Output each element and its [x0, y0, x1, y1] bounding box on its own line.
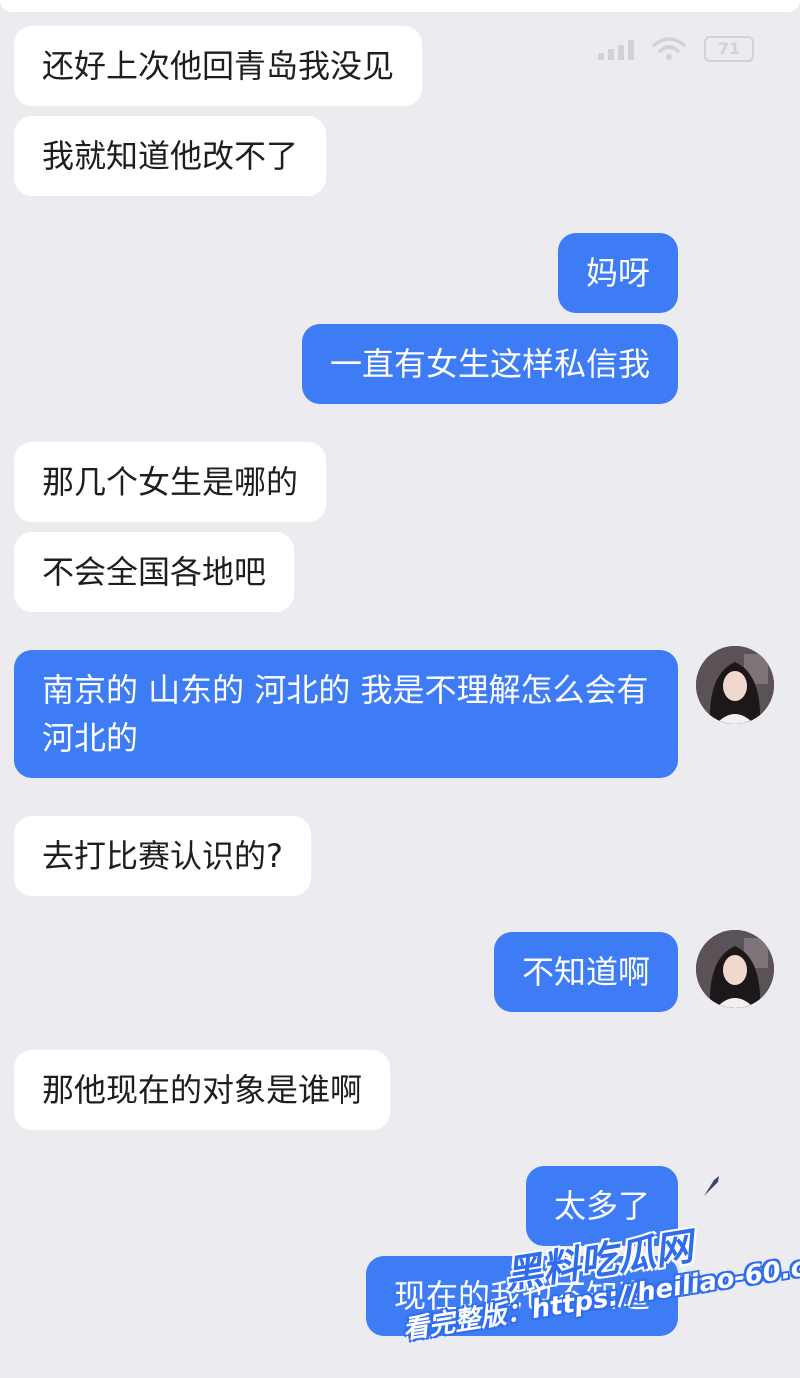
avatar-image [696, 930, 774, 1008]
top-edge [0, 0, 800, 12]
message-bubble-outgoing[interactable]: 不知道啊 [493, 932, 678, 1012]
wifi-icon [652, 37, 686, 60]
message-bubble-incoming[interactable]: 那几个女生是哪的 [14, 442, 327, 522]
avatar[interactable] [696, 930, 774, 1008]
message-bubble-incoming[interactable]: 去打比赛认识的? [14, 816, 311, 896]
message-bubble-outgoing[interactable]: 一直有女生这样私信我 [301, 324, 678, 404]
pin-icon [704, 1176, 719, 1196]
avatar[interactable] [696, 646, 774, 724]
message-bubble-incoming[interactable]: 不会全国各地吧 [14, 532, 295, 612]
message-bubble-incoming[interactable]: 那他现在的对象是谁啊 [14, 1050, 391, 1130]
message-bubble-incoming[interactable]: 还好上次他回青岛我没见 [14, 26, 423, 106]
status-bar: 71 [598, 36, 754, 62]
message-bubble-outgoing[interactable]: 妈呀 [557, 233, 678, 313]
battery-indicator: 71 [704, 36, 754, 62]
signal-icon [598, 38, 634, 60]
avatar-image [696, 646, 774, 724]
message-bubble-outgoing[interactable]: 南京的 山东的 河北的 我是不理解怎么会有河北的 [14, 650, 678, 778]
message-bubble-incoming[interactable]: 我就知道他改不了 [14, 116, 327, 196]
